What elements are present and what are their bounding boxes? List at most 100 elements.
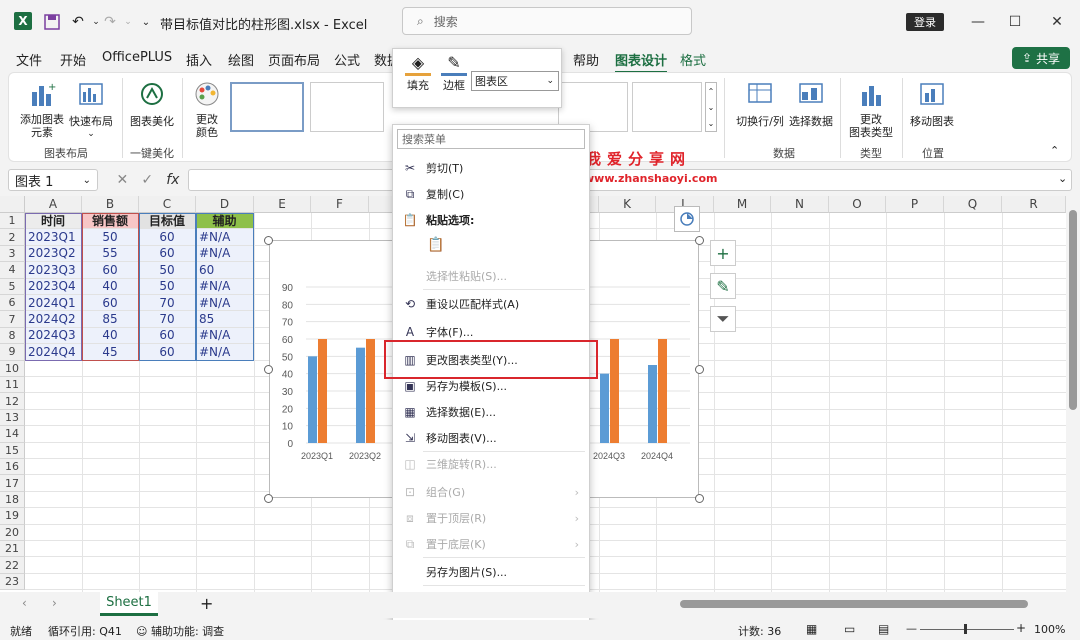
zoom-out-icon[interactable]: — (906, 622, 917, 635)
tab-insert[interactable]: 插入 (186, 50, 212, 69)
close-icon[interactable]: ✕ (1045, 10, 1069, 34)
column-header-k[interactable]: K (599, 196, 656, 213)
column-header-d[interactable]: D (196, 196, 254, 213)
row-header[interactable]: 18 (0, 491, 25, 509)
row-header[interactable]: 16 (0, 459, 25, 476)
chart-style-thumbnail[interactable] (632, 82, 702, 132)
row-header[interactable]: 5 (0, 278, 25, 295)
menu-item[interactable]: 📋 粘贴选项: (393, 209, 589, 231)
row-header[interactable]: 12 (0, 393, 25, 410)
menu-item[interactable]: ⧉ 置于底层(K) › (393, 533, 589, 555)
tab-draw[interactable]: 绘图 (228, 50, 254, 69)
row-header[interactable]: 15 (0, 442, 25, 459)
resize-handle[interactable] (695, 494, 704, 503)
row-header[interactable]: 6 (0, 295, 25, 312)
chevron-down-icon[interactable]: ⌄ (708, 103, 715, 112)
column-header-c[interactable]: C (139, 196, 196, 213)
vertical-scrollbar[interactable] (1066, 196, 1080, 592)
menu-item[interactable]: ⟲ 重设以匹配样式(A) (393, 293, 589, 315)
menu-item[interactable]: ✂ 剪切(T) (393, 157, 589, 179)
column-header-r[interactable]: R (1002, 196, 1066, 213)
change-chart-type-button[interactable]: 更改 图表类型 (846, 80, 896, 139)
select-all-corner[interactable] (0, 196, 25, 213)
column-header-m[interactable]: M (714, 196, 771, 213)
column-header-p[interactable]: P (886, 196, 944, 213)
column-header-n[interactable]: N (771, 196, 829, 213)
enter-icon[interactable]: ✓ (141, 172, 153, 188)
zoom-in-icon[interactable]: + (1016, 621, 1026, 635)
menu-item[interactable]: 另存为图片(S)... (393, 561, 589, 583)
scrollbar-thumb[interactable] (1069, 210, 1077, 410)
chart-style-thumbnail[interactable] (310, 82, 384, 132)
fill-button[interactable]: ◈ 填充 (401, 53, 435, 93)
row-header[interactable]: 2 (0, 229, 25, 246)
quick-layout-button[interactable]: 快速布局 ⌄ (68, 80, 114, 139)
name-box[interactable]: 图表 1 ⌄ (8, 169, 98, 191)
chart-element-select[interactable]: 图表区 ⌄ (471, 71, 559, 91)
row-header[interactable]: 7 (0, 311, 25, 328)
row-header[interactable]: 21 (0, 541, 25, 558)
column-header-q[interactable]: Q (944, 196, 1002, 213)
chart-styles-icon[interactable] (674, 206, 700, 232)
chevron-down-icon[interactable]: ⌄ (83, 175, 91, 186)
column-header-a[interactable]: A (25, 196, 82, 213)
tab-home[interactable]: 开始 (60, 50, 86, 69)
zoom-slider-thumb[interactable] (964, 624, 967, 634)
gallery-more-icon[interactable]: ⌄ (708, 119, 715, 128)
row-header[interactable]: 11 (0, 377, 25, 394)
menu-search-input[interactable]: 搜索菜单 (397, 129, 585, 149)
prev-sheet-icon[interactable]: ‹ (22, 596, 27, 610)
tab-help[interactable]: 帮助 (573, 50, 599, 69)
normal-view-icon[interactable]: ▦ (806, 622, 817, 636)
chart-style-brush-icon[interactable]: ✎ (710, 273, 736, 299)
resize-handle[interactable] (695, 365, 704, 374)
redo-dropdown-icon[interactable]: ⌄ (118, 12, 138, 32)
row-header[interactable]: 8 (0, 327, 25, 345)
expand-formula-icon[interactable]: ⌄ (1058, 172, 1067, 185)
add-sheet-icon[interactable]: + (200, 594, 213, 613)
maximize-icon[interactable]: ☐ (1003, 10, 1027, 34)
menu-item[interactable]: 选择性粘贴(S)... (393, 265, 589, 287)
search-box[interactable]: ⌕ 搜索 (402, 7, 692, 35)
menu-item[interactable]: ◫ 三维旋转(R)... (393, 453, 589, 475)
chevron-up-icon[interactable]: ⌃ (708, 87, 715, 96)
row-header[interactable]: 14 (0, 426, 25, 443)
row-header[interactable]: 19 (0, 508, 25, 525)
menu-item[interactable]: ⧉ 复制(C) (393, 183, 589, 205)
resize-handle[interactable] (264, 494, 273, 503)
login-button[interactable]: 登录 (906, 13, 944, 31)
row-header[interactable]: 10 (0, 360, 25, 377)
row-header[interactable]: 17 (0, 475, 25, 492)
move-chart-button[interactable]: 移动图表 (908, 80, 956, 129)
row-header[interactable]: 23 (0, 573, 25, 591)
switch-row-col-button[interactable]: 切换行/列 (734, 80, 786, 129)
page-break-view-icon[interactable]: ▤ (878, 622, 889, 636)
column-header-b[interactable]: B (82, 196, 139, 213)
column-header-o[interactable]: O (829, 196, 886, 213)
select-data-button[interactable]: 选择数据 (788, 80, 834, 129)
chart-style-thumbnail[interactable] (230, 82, 304, 132)
horizontal-scrollbar[interactable] (680, 600, 1028, 608)
tab-chart-design[interactable]: 图表设计 (615, 50, 668, 74)
sheet-tab[interactable]: Sheet1 (100, 592, 158, 616)
status-accessibility[interactable]: ☺ 辅助功能: 调查 (136, 623, 224, 639)
add-chart-element-button[interactable]: + 添加图表 元素 (16, 80, 68, 139)
zoom-level[interactable]: 100% (1034, 623, 1065, 636)
tab-file[interactable]: 文件 (16, 50, 42, 69)
row-header[interactable]: 22 (0, 557, 25, 574)
style-gallery-scroll[interactable]: ⌃ ⌄ ⌄ (705, 82, 717, 132)
menu-item[interactable]: ⧈ 置于顶层(R) › (393, 507, 589, 529)
cancel-icon[interactable]: ✕ (117, 172, 129, 188)
undo-icon[interactable]: ↶ (68, 12, 88, 32)
change-colors-button[interactable]: 更改 颜色 (188, 80, 226, 139)
save-icon[interactable] (42, 12, 62, 32)
next-sheet-icon[interactable]: › (52, 596, 57, 610)
redo-icon[interactable]: ↷ (100, 12, 120, 32)
paste-option-icon[interactable]: 📋 (427, 237, 444, 253)
column-header-e[interactable]: E (254, 196, 311, 213)
chart-beautify-button[interactable]: 图表美化 (128, 80, 176, 129)
row-header[interactable]: 9 (0, 344, 25, 361)
column-header-f[interactable]: F (311, 196, 369, 213)
customize-qat-icon[interactable]: ⌄ (136, 12, 156, 32)
resize-handle[interactable] (264, 365, 273, 374)
